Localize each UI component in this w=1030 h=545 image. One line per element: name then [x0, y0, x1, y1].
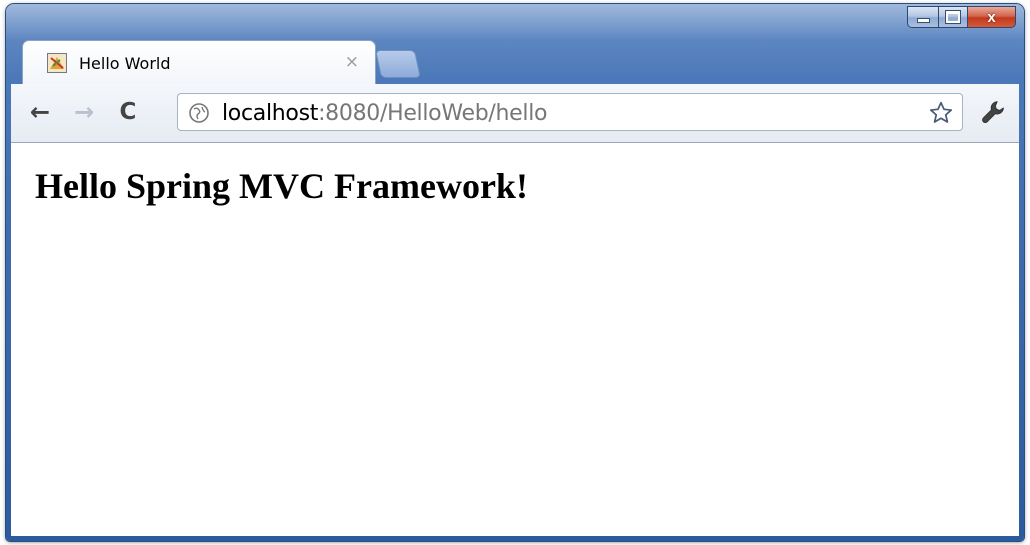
title-bar[interactable]: [6, 4, 1024, 40]
address-bar[interactable]: localhost:8080/HelloWeb/hello: [177, 93, 963, 131]
wrench-icon[interactable]: [979, 98, 1009, 128]
close-window-button[interactable]: x: [967, 6, 1016, 28]
new-tab-button[interactable]: [375, 50, 421, 78]
back-arrow-icon: ←: [29, 98, 51, 126]
url-host: localhost: [222, 101, 319, 126]
tab-hello-world[interactable]: Hello World ×: [22, 40, 376, 85]
tab-close-icon[interactable]: ×: [345, 52, 359, 72]
reload-button[interactable]: C: [113, 97, 143, 127]
url-text[interactable]: localhost:8080/HelloWeb/hello: [222, 101, 547, 126]
page-content: Hello Spring MVC Framework!: [11, 143, 1019, 536]
tab-title: Hello World: [79, 54, 171, 73]
page-heading: Hello Spring MVC Framework!: [35, 166, 528, 206]
url-path: :8080/HelloWeb/hello: [318, 101, 548, 126]
forward-button[interactable]: →: [69, 97, 99, 127]
reload-icon: C: [119, 99, 137, 125]
maximize-button[interactable]: [938, 6, 967, 28]
document-icon: [47, 53, 67, 73]
maximize-icon: [945, 10, 961, 24]
close-icon: x: [987, 8, 996, 26]
toolbar: ← → C localhost:8080/HelloWeb/hello: [11, 84, 1019, 143]
window-controls: x: [907, 6, 1016, 28]
star-icon[interactable]: [928, 100, 954, 126]
globe-icon: [189, 103, 209, 123]
back-button[interactable]: ←: [25, 97, 55, 127]
forward-arrow-icon: →: [73, 98, 95, 126]
minimize-icon: [916, 18, 930, 23]
minimize-button[interactable]: [907, 6, 938, 28]
